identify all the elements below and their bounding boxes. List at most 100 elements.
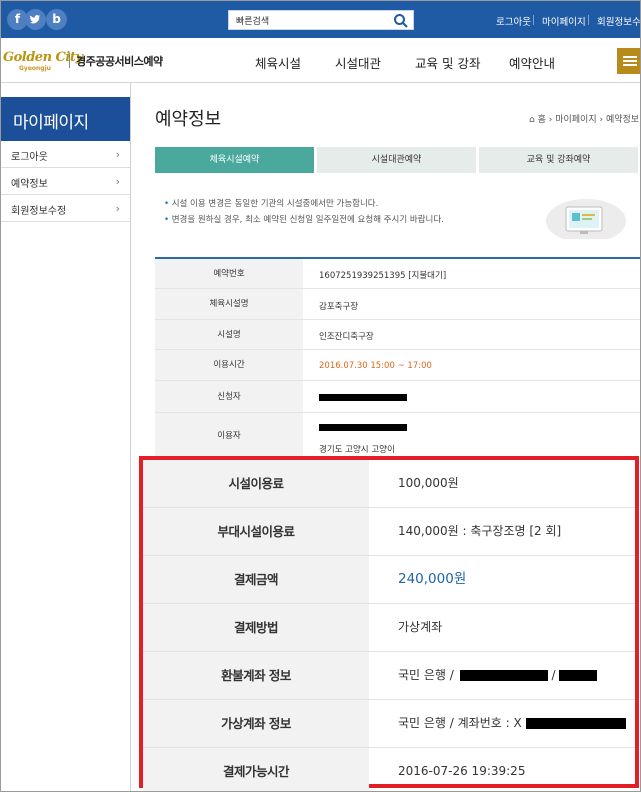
bullet-icon: • [164,215,170,225]
row-value: 2016.07.30 15:00 ~ 17:00 [319,361,432,371]
table-row: 결제금액 240,000원 [143,556,635,604]
breadcrumb-mypage[interactable]: 마이페이지 [555,115,596,125]
top-bar: f b 빠른검색 로그아웃 마이페이지 회원정보수정 [1,1,640,38]
refund-bank: 국민 은행 / [398,668,454,682]
redacted-account [459,670,548,681]
row-value: 경기도 고양시 고양이 [319,445,395,455]
table-row: 시설명 인조잔디축구장 [155,320,640,350]
refund-account: 국민 은행 / / [398,652,598,699]
sidebar-item-member-edit[interactable]: 회원정보수정 › [1,195,130,222]
table-row: 결제방법 가상계좌 [143,604,635,652]
row-label: 결제방법 [143,604,369,651]
row-label: 결제가능시간 [143,748,369,791]
search-input[interactable]: 빠른검색 [236,14,269,27]
notice-text: 시설 이용 변경은 동일한 기관의 시설중에서만 가능합니다. [171,199,379,209]
payment-method: 가상계좌 [398,620,443,634]
row-label: 부대시설이용료 [143,508,369,555]
row-label: 결제금액 [143,556,369,603]
table-row: 예약번호 1607251939251395 [지불대기] [155,259,640,289]
tab-education-reservation[interactable]: 교육 및 강좌예약 [479,147,638,173]
nav-facility-rental[interactable]: 시설대관 [335,53,381,72]
logo[interactable]: Golden City [3,50,83,65]
menu-icon-bar [623,64,637,66]
extra-facility-fee: 140,000원 : 축구장조명 [2 회] [398,524,562,538]
payment-info-highlight: 시설이용료 100,000원 부대시설이용료 140,000원 : 축구장조명 … [139,456,639,791]
table-row: 결제가능시간 2016-07-26 19:39:25 [143,748,635,791]
tab-facility-reservation[interactable]: 시설대관예약 [317,147,476,173]
row-value: 1607251939251395 [지불대기] [319,271,447,281]
bullet-icon: • [164,199,170,209]
page: f b 빠른검색 로그아웃 마이페이지 회원정보수정 Golden City G… [0,0,641,792]
row-label: 예약번호 [155,259,303,288]
row-label: 시설명 [155,320,303,349]
member-edit-link[interactable]: 회원정보수정 [597,14,640,28]
search-bar[interactable]: 빠른검색 [228,10,414,30]
twitter-icon[interactable] [25,9,46,30]
table-row: 환불계좌 정보 국민 은행 / / [143,652,635,700]
page-title: 예약정보 [155,109,222,130]
breadcrumb-home[interactable]: 홈 [538,115,546,125]
divider [533,15,534,25]
nav-education[interactable]: 교육 및 강좌 [415,53,480,72]
virtual-account-text: 국민 은행 / 계좌번호 : X [398,716,522,730]
row-label: 신청자 [155,381,303,412]
site-name[interactable]: 경주공공서비스예약 [76,53,163,69]
redacted-holder [559,670,598,681]
logout-link[interactable]: 로그아웃 [496,14,531,28]
notice-line: • 변경을 원하실 경우, 최소 예약된 신청일 일주일전에 요청해 주시기 바… [164,213,444,225]
redacted-name [319,423,407,433]
sidebar-item-reservation-info[interactable]: 예약정보 › [1,168,130,195]
chevron-right-icon: › [115,148,120,161]
home-icon[interactable]: ⌂ [529,115,535,125]
row-label: 체육시설명 [155,289,303,319]
menu-icon [623,56,637,58]
row-value: 감포축구장 [319,302,359,312]
sidebar-title: 마이페이지 [1,97,130,141]
table-row: 이용시간 2016.07.30 15:00 ~ 17:00 [155,350,640,381]
payment-amount: 240,000원 [398,571,467,587]
facility-fee: 100,000원 [398,476,459,490]
notice-text: 변경을 원하실 경우, 최소 예약된 신청일 일주일전에 요청해 주시기 바랍니… [171,215,444,225]
row-label: 시설이용료 [143,460,369,507]
sidebar-item-label: 회원정보수정 [11,206,67,217]
sidebar: 마이페이지 로그아웃 › 예약정보 › 회원정보수정 › [1,83,131,791]
sidebar-item-logout[interactable]: 로그아웃 › [1,141,130,168]
mypage-link[interactable]: 마이페이지 [542,14,586,28]
divider [69,53,70,68]
logo-sub: Gyeongju [19,65,51,72]
table-row: 이용자 경기도 고양시 고양이 [155,413,640,459]
notice-line: • 시설 이용 변경은 동일한 기관의 시설중에서만 가능합니다. [164,197,378,209]
header: Golden City Gyeongju 경주공공서비스예약 체육시설 시설대관… [1,38,640,83]
table-row: 시설이용료 100,000원 [143,460,635,508]
table-row: 가상계좌 정보 국민 은행 / 계좌번호 : X [143,700,635,748]
row-label: 이용시간 [155,350,303,380]
computer-illustration-icon [546,199,626,239]
row-label: 가상계좌 정보 [143,700,369,747]
payment-deadline: 2016-07-26 19:39:25 [398,764,526,778]
redacted-account [525,718,626,729]
breadcrumb-current: 예약정보 [605,115,640,125]
nav-reservation-guide[interactable]: 예약안내 [509,53,555,72]
tab-sports-reservation[interactable]: 체육시설예약 [155,147,314,173]
reservation-info-table: 예약번호 1607251939251395 [지불대기] 체육시설명 감포축구장… [155,257,640,459]
redacted-name [319,393,407,403]
divider [588,15,589,25]
nav-sports-facility[interactable]: 체육시설 [255,53,301,72]
row-label: 환불계좌 정보 [143,652,369,699]
row-value: 인조잔디축구장 [319,332,374,342]
table-row: 체육시설명 감포축구장 [155,289,640,320]
row-label: 이용자 [155,413,303,459]
table-row: 부대시설이용료 140,000원 : 축구장조명 [2 회] [143,508,635,556]
blog-icon[interactable]: b [46,9,67,30]
sidebar-item-label: 로그아웃 [11,152,48,163]
separator: / [551,668,556,682]
chevron-right-icon: › [115,202,120,215]
breadcrumb: ⌂ 홈 › 마이페이지 › 예약정보 [529,112,639,125]
sidebar-item-label: 예약정보 [11,179,48,190]
menu-icon-bar [623,60,637,62]
search-icon[interactable] [393,13,409,29]
chevron-right-icon: › [115,175,120,188]
virtual-account: 국민 은행 / 계좌번호 : X [398,700,626,747]
menu-button[interactable] [617,48,640,74]
table-row: 신청자 [155,381,640,413]
